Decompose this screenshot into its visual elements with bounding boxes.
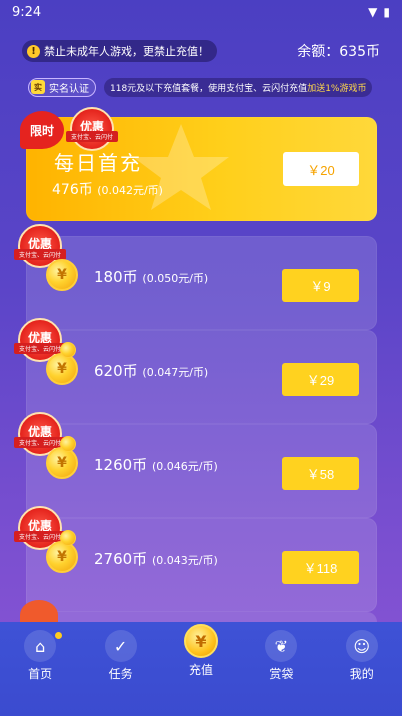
coin-icon xyxy=(60,530,76,546)
status-bar: 9:24 ▼ ▮ xyxy=(0,0,402,24)
price-button[interactable]: ￥58 xyxy=(282,457,359,490)
nav-profile[interactable]: ☺ 我的 xyxy=(332,630,392,682)
package-coins: 2760币 (0.043元/币) xyxy=(94,548,218,569)
price-button[interactable]: ￥118 xyxy=(282,551,359,584)
battery-icon: ▮ xyxy=(383,5,390,19)
coin-icon xyxy=(60,436,76,452)
featured-price-button[interactable]: ￥20 xyxy=(283,152,359,186)
nav-label: 赏袋 xyxy=(269,667,294,681)
coin-amount: 2760币 xyxy=(94,550,148,568)
nav-recharge[interactable]: ¥ 充值 xyxy=(171,624,231,678)
lucky-bag-icon: ❦ xyxy=(265,630,298,662)
featured-coin-amount: 476币 xyxy=(52,182,93,198)
bottom-nav: ⌂ 首页 ✓ 任务 ¥ 充值 ❦ 赏袋 ☺ 我的 xyxy=(0,622,402,716)
status-icons: ▼ ▮ xyxy=(368,5,390,19)
warning-text: 禁止未成年人游戏，更禁止充值！ xyxy=(44,45,209,58)
nav-label: 充值 xyxy=(188,663,213,677)
package-card[interactable]: 优惠 支付宝、云闪付 ¥ 1260币 (0.046元/币) ￥58 xyxy=(14,412,377,518)
task-icon: ✓ xyxy=(104,630,137,662)
coin-icon xyxy=(60,342,76,358)
coin-icon: ¥ xyxy=(46,353,78,385)
promo-banner: 118元及以下充值套餐，使用支付宝、云闪付充值加送1%游戏币 xyxy=(104,77,373,97)
nav-lucky-bag[interactable]: ❦ 赏袋 xyxy=(251,630,311,682)
daily-first-recharge-card[interactable]: 限时 优惠 支付宝、云闪付 每日首充 476币 (0.042元/币) ￥20 xyxy=(20,107,377,221)
promo-highlight-text: 加送1%游戏币 xyxy=(307,83,367,94)
coin-amount: 1260币 xyxy=(94,456,148,474)
info-row: 实 实名认证 118元及以下充值套餐，使用支付宝、云闪付充值加送1%游戏币 xyxy=(0,68,402,98)
balance-display: 余额：635币 xyxy=(297,44,380,60)
featured-rate: (0.042元/币) xyxy=(97,184,163,197)
verify-label: 实名认证 xyxy=(49,83,89,95)
profile-icon: ☺ xyxy=(345,630,378,662)
wifi-icon: ▼ xyxy=(368,5,378,19)
coin-rate: (0.047元/币) xyxy=(142,366,209,379)
payment-ribbon: 支付宝、云闪付 xyxy=(66,131,118,142)
header-row: ! 禁止未成年人游戏，更禁止充值！ 余额：635币 xyxy=(0,24,402,68)
coin-icon: ¥ xyxy=(183,624,218,658)
coin-amount: 620币 xyxy=(94,362,138,380)
price-button[interactable]: ￥9 xyxy=(282,269,359,302)
minor-warning: ! 禁止未成年人游戏，更禁止充值！ xyxy=(22,40,217,62)
nav-home[interactable]: ⌂ 首页 xyxy=(10,630,70,682)
package-coins: 620币 (0.047元/币) xyxy=(94,360,208,381)
featured-title: 每日首充 xyxy=(54,151,142,175)
nav-tasks[interactable]: ✓ 任务 xyxy=(91,630,151,682)
coin-icon: ¥ xyxy=(46,259,78,291)
limited-time-tag: 限时 xyxy=(20,111,64,149)
coin-rate: (0.043元/币) xyxy=(151,554,218,567)
home-icon: ⌂ xyxy=(24,630,57,662)
coin-rate: (0.046元/币) xyxy=(151,460,218,473)
coin-rate: (0.050元/币) xyxy=(142,272,209,285)
id-card-icon: 实 xyxy=(31,80,45,94)
price-button[interactable]: ￥29 xyxy=(282,363,359,396)
promo-main-text: 118元及以下充值套餐，使用支付宝、云闪付充值 xyxy=(110,83,308,94)
nav-label: 首页 xyxy=(28,667,53,681)
package-coins: 180币 (0.050元/币) xyxy=(94,266,208,287)
package-card[interactable]: 优惠 支付宝、云闪付 ¥ 180币 (0.050元/币) ￥9 xyxy=(14,224,377,330)
coin-amount: 180币 xyxy=(94,268,138,286)
status-time: 9:24 xyxy=(12,4,42,20)
package-card[interactable]: 优惠 支付宝、云闪付 ¥ 2760币 (0.043元/币) ￥118 xyxy=(14,506,377,612)
package-coins: 1260币 (0.046元/币) xyxy=(94,454,218,475)
notification-dot xyxy=(55,632,63,639)
warning-icon: ! xyxy=(27,44,40,58)
coin-icon: ¥ xyxy=(46,447,78,479)
discount-badge: 优惠 xyxy=(70,107,114,151)
package-card[interactable]: 优惠 支付宝、云闪付 ¥ 620币 (0.047元/币) ￥29 xyxy=(14,318,377,424)
real-name-verify-button[interactable]: 实 实名认证 xyxy=(28,77,96,97)
nav-label: 我的 xyxy=(349,667,374,681)
nav-label: 任务 xyxy=(108,667,133,681)
featured-coins: 476币 (0.042元/币) xyxy=(52,179,163,199)
coin-icon: ¥ xyxy=(46,541,78,573)
